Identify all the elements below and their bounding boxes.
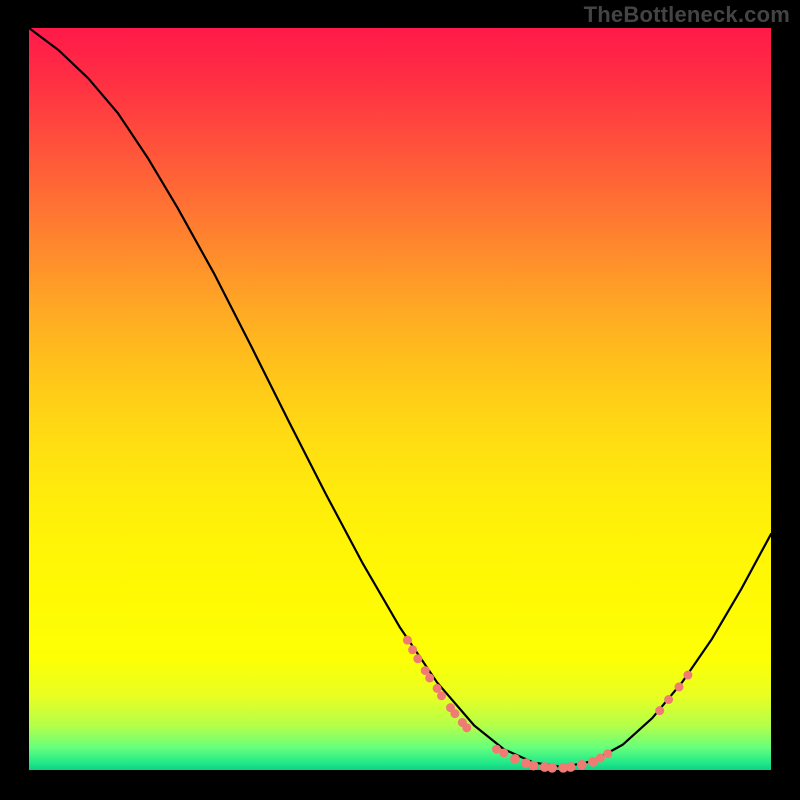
data-point — [675, 682, 684, 691]
markers-group — [403, 636, 692, 773]
data-point — [499, 748, 508, 757]
watermark-label: TheBottleneck.com — [584, 2, 790, 28]
bottleneck-curve — [29, 28, 771, 767]
data-point — [450, 709, 459, 718]
data-point — [510, 754, 520, 764]
data-point — [425, 674, 434, 683]
chart-frame: TheBottleneck.com — [0, 0, 800, 800]
data-point — [462, 723, 471, 732]
data-point — [603, 749, 612, 758]
data-point — [437, 691, 446, 700]
data-point — [577, 760, 587, 770]
curve-svg — [29, 28, 771, 770]
data-point — [413, 654, 422, 663]
data-point — [547, 763, 557, 773]
data-point — [683, 671, 692, 680]
data-point — [408, 645, 417, 654]
plot-area — [29, 28, 771, 770]
data-point — [529, 761, 539, 771]
data-point — [566, 762, 576, 772]
data-point — [664, 695, 673, 704]
data-point — [403, 636, 412, 645]
data-point — [655, 706, 664, 715]
